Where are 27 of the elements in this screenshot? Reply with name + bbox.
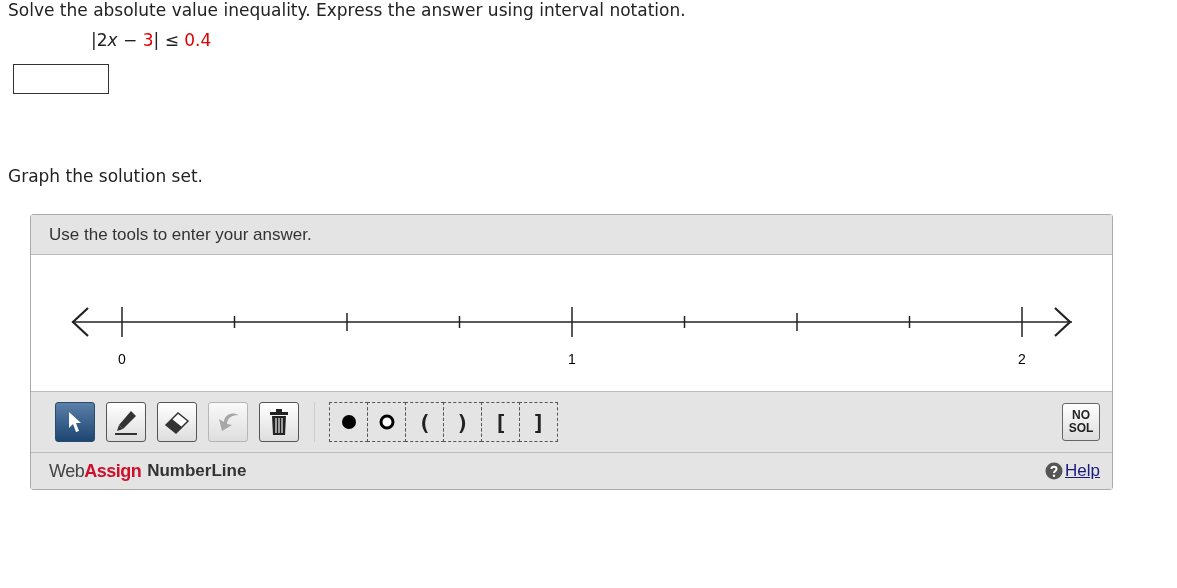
filled-dot-icon	[340, 414, 357, 430]
brand-logo: WebAssign	[49, 460, 142, 482]
help-icon	[1045, 462, 1064, 480]
bracket-tool-button[interactable]: (	[405, 402, 444, 442]
help-link[interactable]: Help	[1065, 461, 1100, 481]
product-name: NumberLine	[147, 461, 247, 481]
trash-tool-button[interactable]	[259, 402, 299, 442]
open-dot-tool-button[interactable]	[367, 402, 406, 442]
header-text: Use the tools to enter your answer.	[49, 224, 312, 245]
graph-prompt: Graph the solution set.	[8, 166, 204, 186]
select-tool-button[interactable]	[55, 402, 95, 442]
bracket-tool-button[interactable]: ]	[519, 402, 558, 442]
instruction-text: Solve the absolute value inequality. Express the answer using interval notation.	[7, 0, 687, 20]
eraser-tool-button[interactable]	[157, 402, 197, 442]
trash-icon	[267, 408, 291, 436]
closed-dot-tool-button[interactable]	[329, 402, 368, 442]
inequality: |2x − 3| ≤ 0.4	[91, 30, 213, 50]
bracket-tool-button[interactable]: )	[443, 402, 482, 442]
bracket-tool-button[interactable]: [	[481, 402, 520, 442]
pencil-tool-button[interactable]	[106, 402, 146, 442]
tick-label: 1	[568, 351, 576, 367]
hollow-dot-icon	[378, 414, 395, 430]
tick-label: 2	[1018, 351, 1026, 367]
cursor-icon	[68, 411, 82, 433]
no-solution-button[interactable]: NO SOL	[1062, 403, 1100, 441]
tick-label: 0	[118, 351, 126, 367]
answer-field[interactable]	[13, 64, 109, 94]
